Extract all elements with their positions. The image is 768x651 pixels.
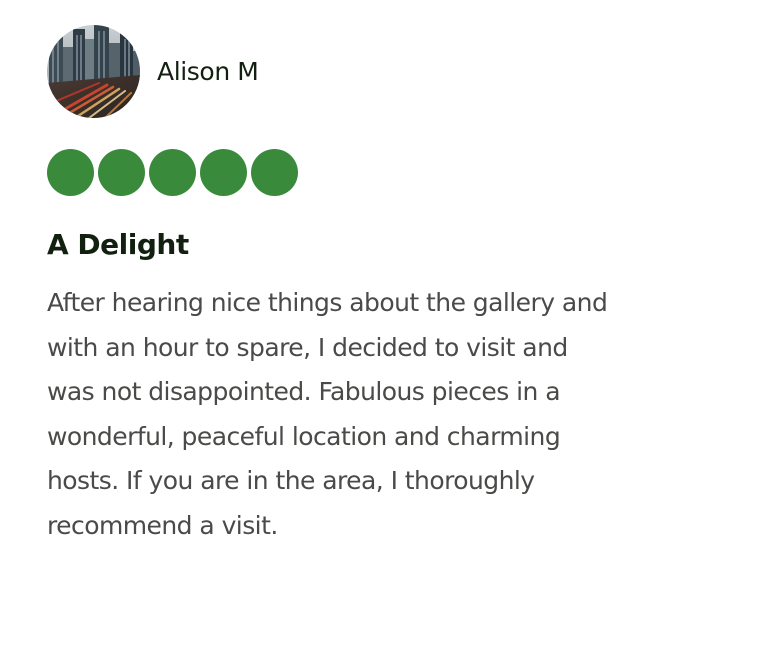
review-body-line: After hearing nice things about the gall…: [47, 288, 608, 317]
reviewer-name[interactable]: Alison M: [157, 57, 259, 87]
rating-bubble-icon: [200, 149, 247, 196]
review-body-line: hosts. If you are in the area, I thoroug…: [47, 466, 535, 495]
rating-bubbles: [47, 149, 298, 196]
reviewer-header: Alison M: [47, 25, 259, 118]
review-title: A Delight: [47, 228, 189, 261]
rating-bubble-icon: [149, 149, 196, 196]
review-body-line: recommend a visit.: [47, 510, 278, 540]
city-street-photo-icon: [47, 25, 140, 118]
rating-bubble-icon: [98, 149, 145, 196]
review-body: After hearing nice things about the gall…: [47, 281, 747, 548]
rating-bubble-icon: [47, 149, 94, 196]
avatar[interactable]: [47, 25, 140, 118]
review-card: Alison M A Delight After hearing nice th…: [0, 0, 768, 651]
review-body-line: was not disappointed. Fabulous pieces in…: [47, 377, 561, 406]
rating-bubble-icon: [251, 149, 298, 196]
review-body-line: wonderful, peaceful location and charmin…: [47, 421, 561, 451]
review-body-line: with an hour to spare, I decided to visi…: [47, 332, 568, 362]
